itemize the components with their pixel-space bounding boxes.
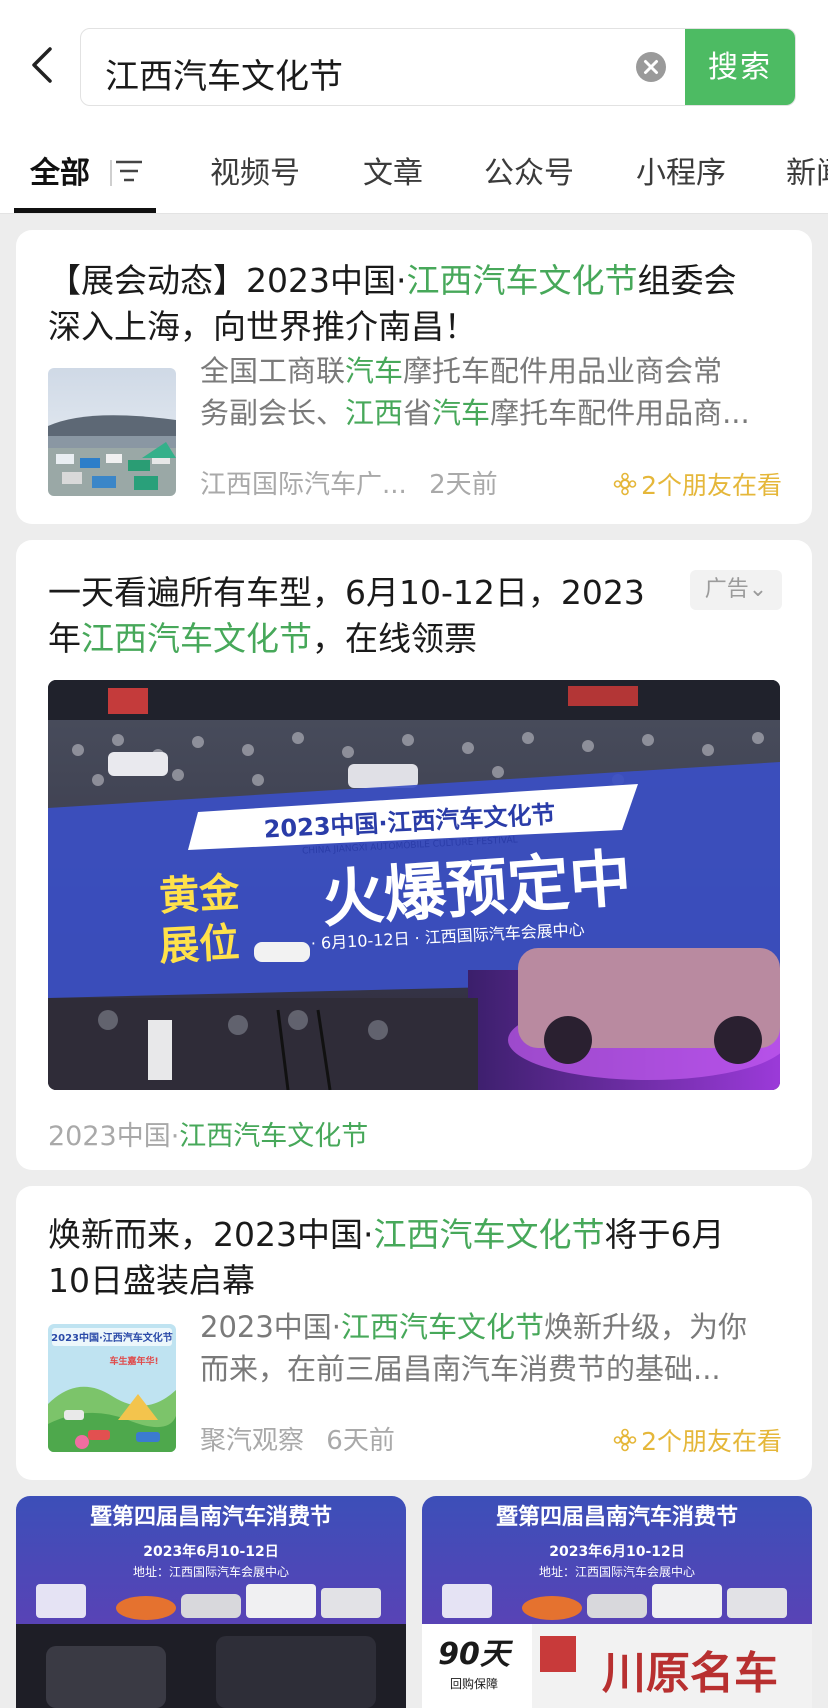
ad-source[interactable]: 2023中国·江西汽车文化节 [48, 1114, 368, 1153]
search-query-text: 江西汽车文化节 [105, 57, 343, 97]
search-input[interactable]: 江西汽车文化节 搜索 [80, 28, 796, 106]
video-address: 地址：江西国际汽车会展中心 [133, 1564, 289, 1579]
video-header: 暨第四届昌南汽车消费节 [90, 1504, 332, 1530]
result-meta: 江西国际汽车广... 2天前 [200, 464, 498, 501]
result-source[interactable]: 聚汽观察 [200, 1426, 304, 1456]
result-title: 【展会动态】2023中国·江西汽车文化节组委会 深入上海，向世界推介南昌！ [48, 261, 737, 346]
result-title: 焕新而来，2023中国·江西汽车文化节将于6月 10日盛装启幕 [48, 1215, 725, 1300]
tab-official-accounts[interactable]: 公众号 [484, 148, 574, 192]
banner-gold-line1: 黄金 [158, 870, 241, 920]
tab-channels[interactable]: 视频号 [210, 148, 300, 192]
ad-title: 一天看遍所有车型，6月10-12日，2023 年江西汽车文化节，在线领票 [48, 573, 645, 658]
chevron-down-icon: ⌄ [748, 577, 768, 602]
result-card-3[interactable]: 焕新而来，2023中国·江西汽车文化节将于6月 10日盛装启幕 2023中国·江… [16, 1186, 812, 1480]
video-date: 2023年6月10-12日 [549, 1543, 684, 1560]
video-date: 2023年6月10-12日 [143, 1543, 278, 1560]
brand-text: 川原名车 [602, 1648, 778, 1699]
badge-text: 回购保障 [450, 1676, 498, 1691]
friends-watching: 2个朋友在看 [613, 1422, 782, 1458]
back-arrow-icon[interactable] [28, 45, 60, 85]
video-address: 地址：江西国际汽车会展中心 [539, 1564, 695, 1579]
result-description: 全国工商联汽车摩托车配件用品业商会常 务副会长、江西省汽车摩托车配件用品商... [200, 354, 750, 430]
thumb-title: 2023中国·江西汽车文化节 [51, 1331, 173, 1344]
result-thumbnail: 2023中国·江西汽车文化节 车生嘉年华! [48, 1324, 176, 1452]
ad-card[interactable]: 一天看遍所有车型，6月10-12日，2023 年江西汽车文化节，在线领票 广告⌄ [16, 540, 812, 1170]
search-header: 江西汽车文化节 搜索 [0, 0, 828, 124]
friends-watching: 2个朋友在看 [613, 466, 782, 502]
result-source[interactable]: 江西国际汽车广... [200, 470, 407, 500]
flower-icon [613, 1428, 637, 1452]
tab-mini-programs[interactable]: 小程序 [636, 148, 726, 192]
tab-articles[interactable]: 文章 [363, 148, 423, 192]
video-thumbnail-left[interactable]: 暨第四届昌南汽车消费节 2023年6月10-12日 地址：江西国际汽车会展中心 [16, 1496, 406, 1708]
tab-divider [110, 160, 112, 186]
result-time: 6天前 [326, 1426, 395, 1456]
ad-banner-image[interactable]: 2023中国·江西汽车文化节 CHINA JIANGXI AUTOMOBILE … [48, 680, 780, 1090]
video-thumbnail-right[interactable]: 暨第四届昌南汽车消费节 2023年6月10-12日 地址：江西国际汽车会展中心 … [422, 1496, 812, 1708]
video-header: 暨第四届昌南汽车消费节 [496, 1504, 738, 1530]
flower-icon [613, 472, 637, 496]
active-tab-indicator [14, 208, 156, 213]
tab-news[interactable]: 新闻 [786, 148, 828, 192]
thumb-slogan: 车生嘉年华! [109, 1355, 158, 1367]
filter-icon[interactable] [114, 158, 144, 184]
search-button[interactable]: 搜索 [685, 29, 795, 105]
result-time: 2天前 [429, 470, 498, 500]
result-card-1[interactable]: 【展会动态】2023中国·江西汽车文化节组委会 深入上海，向世界推介南昌！ 全国… [16, 230, 812, 524]
result-meta: 聚汽观察 6天前 [200, 1420, 395, 1457]
ad-label[interactable]: 广告⌄ [690, 570, 782, 610]
banner-gold-line2: 展位 [158, 920, 240, 970]
result-description: 2023中国·江西汽车文化节焕新升级，为你 而来，在前三届昌南汽车消费节的基础.… [200, 1310, 748, 1386]
badge-days: 90天 [438, 1637, 514, 1672]
tab-all[interactable]: 全部 [30, 148, 90, 192]
clear-icon[interactable] [635, 51, 667, 83]
filter-tabs: 全部 视频号 文章 公众号 小程序 新闻 [0, 124, 828, 214]
result-thumbnail [48, 368, 176, 496]
